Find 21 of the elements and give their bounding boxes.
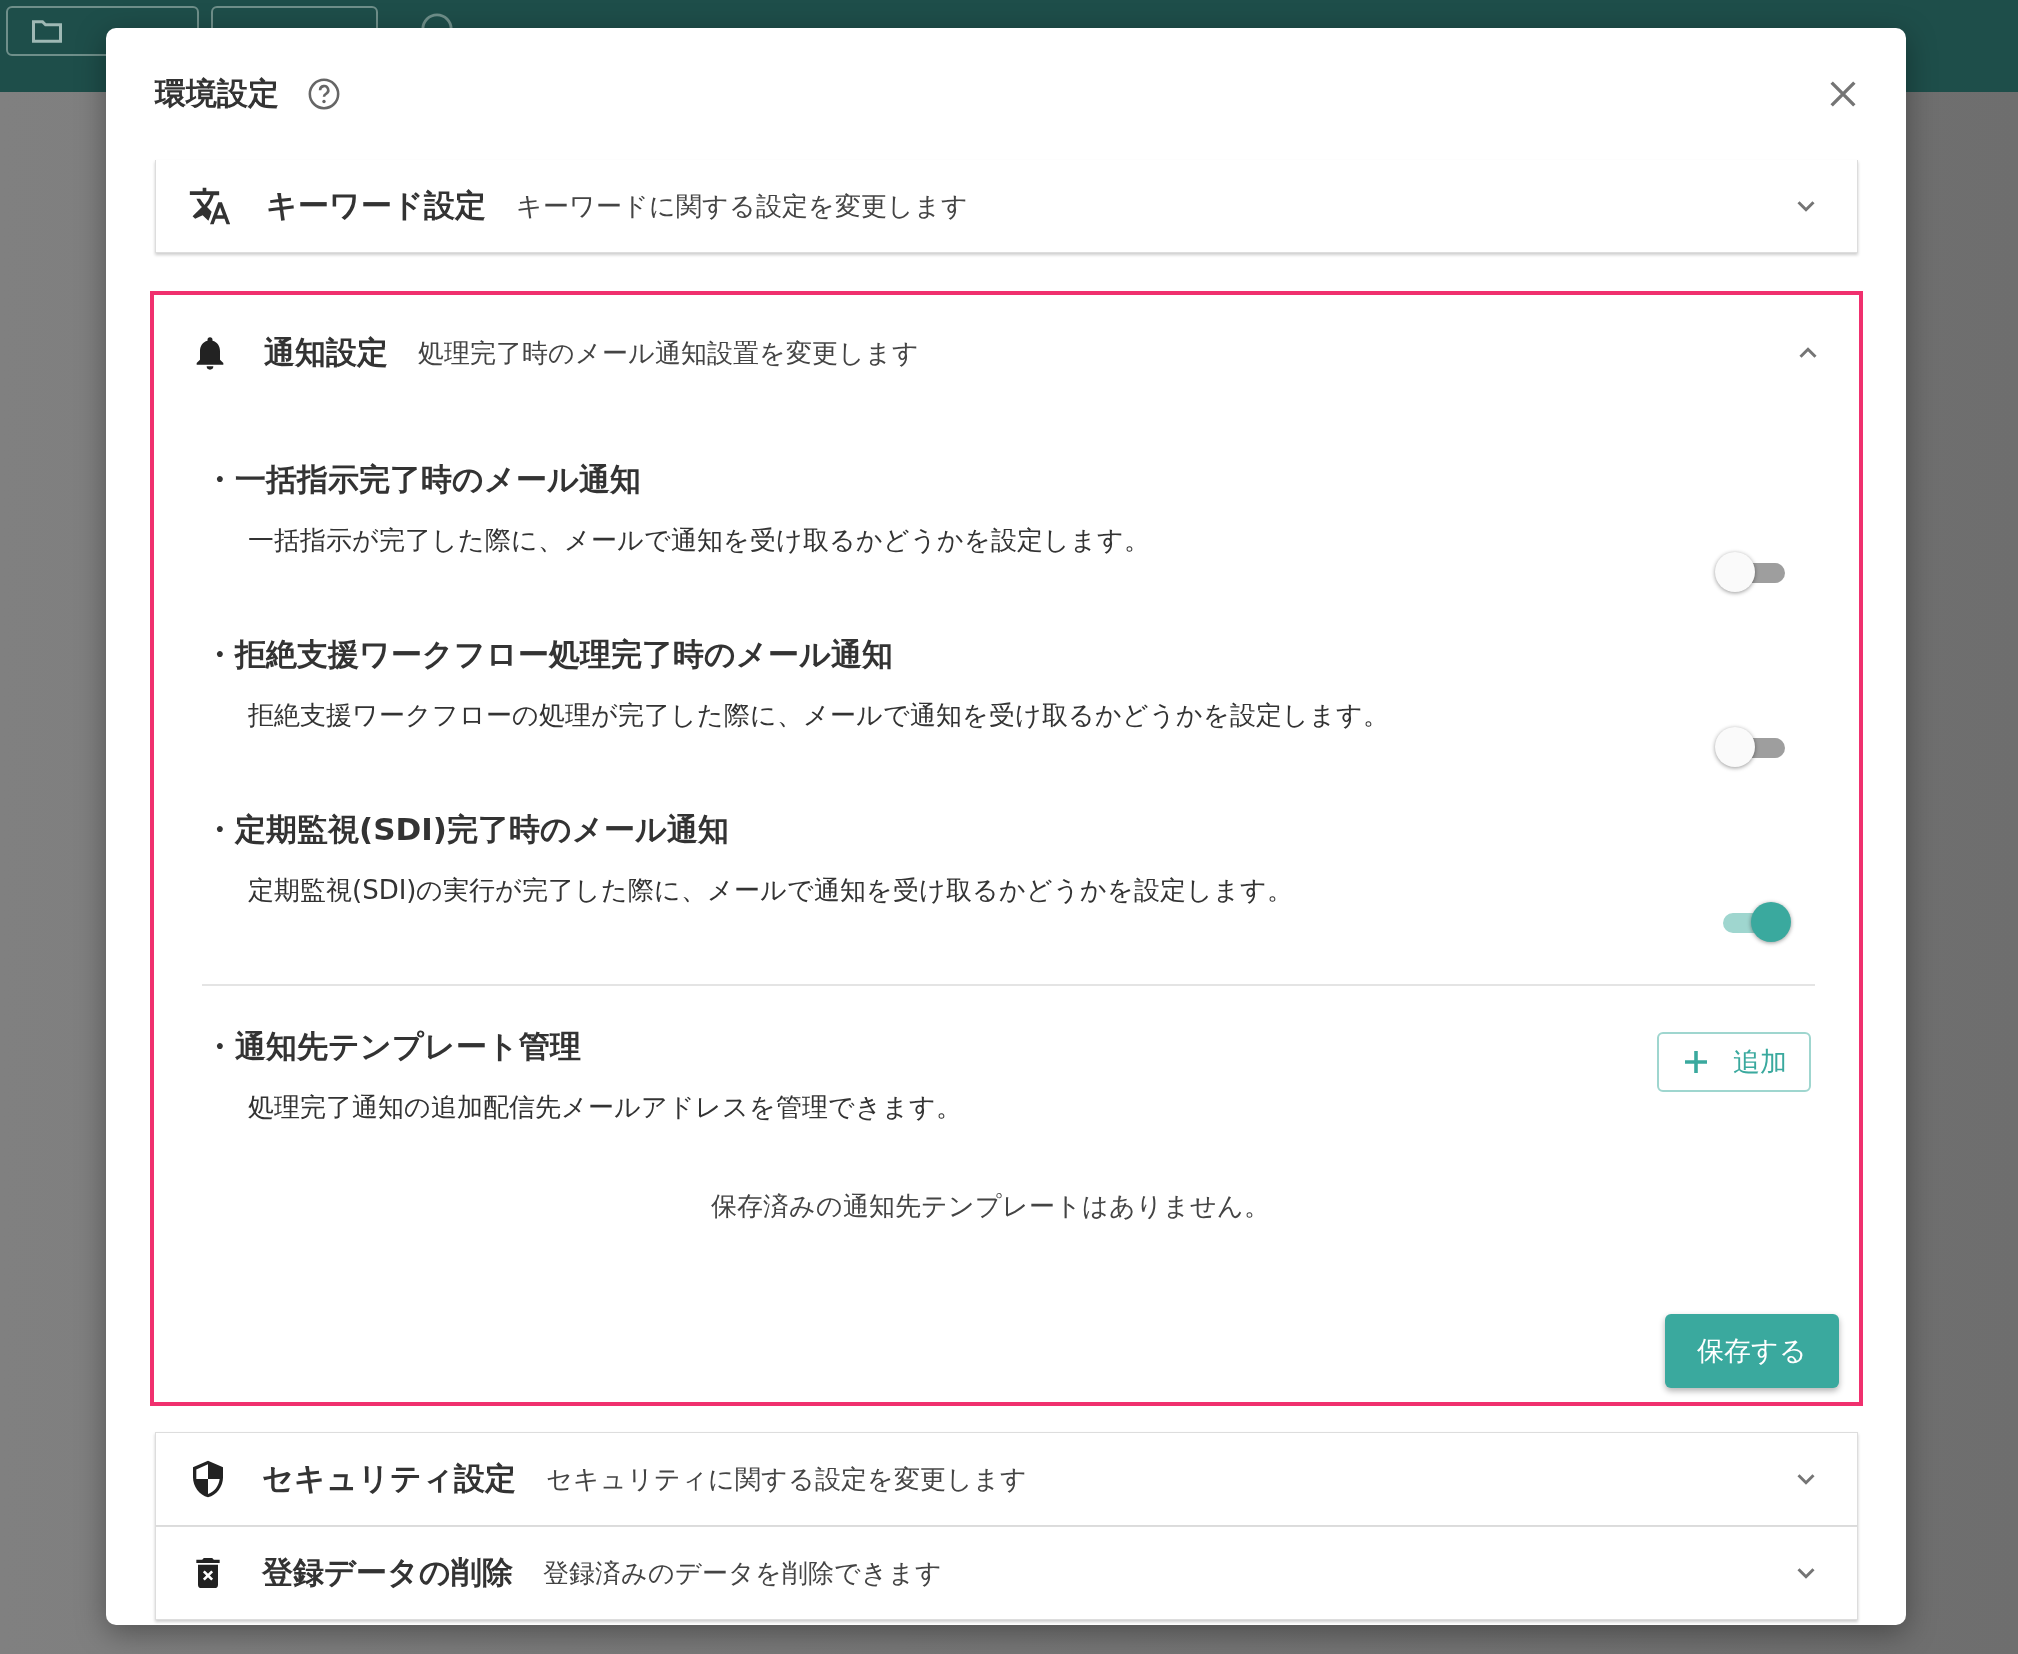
empty-message: 保存済みの通知先テンプレートはありません。	[710, 1190, 1271, 1223]
setting-description: 拒絶支援ワークフローの処理が完了した際に、メールで通知を受け取るかどうかを設定します。	[247, 699, 1389, 732]
setting-title: ・通知先テンプレート管理	[204, 1027, 582, 1066]
setting-title: ・一括指示完了時のメール通知	[204, 460, 642, 499]
plus-icon	[1685, 1051, 1707, 1073]
setting-description: 処理完了通知の追加配信先メールアドレスを管理できます。	[247, 1091, 962, 1124]
panel-description: キーワードに関する設定を変更します	[516, 189, 968, 223]
panel-title[interactable]: セキュリティ設定	[262, 1458, 516, 1500]
panel-title[interactable]: 登録データの削除	[262, 1552, 513, 1594]
setting-description: 定期監視(SDI)の実行が完了した際に、メールで通知を受け取るかどうかを設定します。	[247, 874, 1294, 907]
panel-title[interactable]: 通知設定	[264, 332, 388, 374]
panel-description: 処理完了時のメール通知設置を変更します	[418, 336, 919, 370]
panel-description: セキュリティに関する設定を変更します	[546, 1462, 1027, 1496]
panel-title[interactable]: キーワード設定	[266, 185, 486, 227]
folder-icon	[32, 19, 62, 43]
setting-title: ・定期監視(SDI)完了時のメール通知	[204, 810, 730, 849]
dialog-title: 環境設定	[155, 74, 279, 113]
setting-description: 一括指示が完了した際に、メールで通知を受け取るかどうかを設定します。	[247, 524, 1150, 557]
setting-title: ・拒絶支援ワークフロー処理完了時のメール通知	[204, 635, 894, 674]
help-icon[interactable]	[307, 77, 341, 111]
panel-description: 登録済みのデータを削除できます	[543, 1556, 942, 1590]
